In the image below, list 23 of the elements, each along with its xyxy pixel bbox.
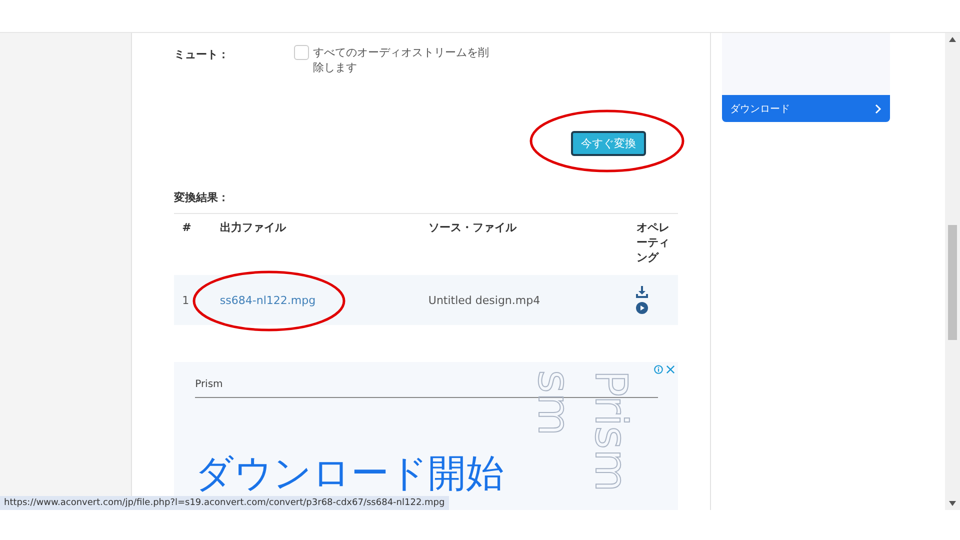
ad-art-text: sm (528, 370, 580, 436)
ad-art-text: Prism (585, 370, 636, 492)
ad-brand: Prism (195, 379, 223, 390)
table-cell: 1 (174, 275, 210, 325)
scrollbar[interactable] (945, 33, 960, 510)
ad-headline: ダウンロード開始 (195, 450, 504, 497)
info-icon[interactable] (654, 365, 664, 374)
play-icon[interactable] (636, 302, 648, 314)
download-button[interactable]: ダウンロード (722, 95, 890, 122)
download-icon[interactable] (636, 286, 648, 298)
status-url: https://www.aconvert.com/jp/file.php?l=s19.aconvert.com/convert/p3r68-cdx67/ss684-nl122.mpg (0, 496, 449, 510)
close-icon[interactable] (666, 365, 676, 374)
mute-checkbox[interactable] (294, 45, 310, 60)
output-file-link[interactable]: ss684-nl122.mpg (220, 294, 316, 306)
results-title: 変換結果： (174, 190, 230, 205)
convert-button[interactable]: 今すぐ変換 (571, 131, 646, 156)
mute-label: ミュート： (174, 47, 230, 63)
mute-option-text: すべてのオーディオストリームを削除します (313, 45, 490, 75)
table-cell: Untitled design.mp4 (420, 275, 628, 325)
scroll-up-icon[interactable] (949, 37, 956, 42)
scroll-down-icon[interactable] (949, 501, 956, 506)
scrollbar-thumb[interactable] (948, 225, 958, 340)
chevron-icon (875, 104, 882, 114)
